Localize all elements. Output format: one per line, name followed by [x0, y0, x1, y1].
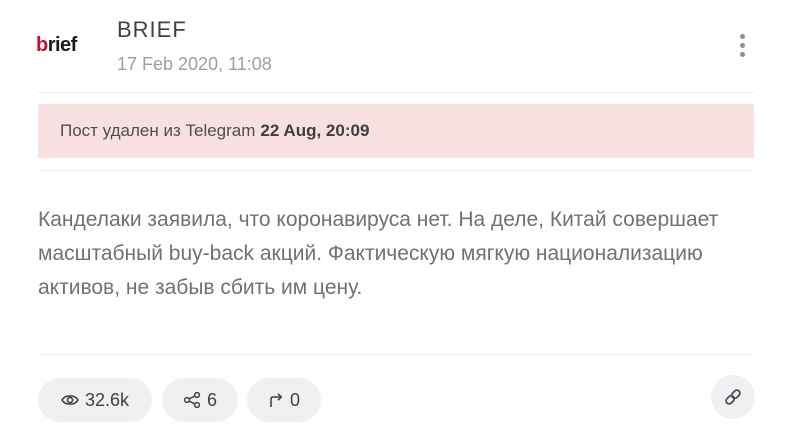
copy-link-button[interactable]: [711, 375, 755, 419]
post-card: b rief BRIEF 17 Feb 2020, 11:08 Пост удал…: [0, 0, 800, 441]
deleted-notice-banner: Пост удален из Telegram 22 Aug, 20:09: [38, 104, 754, 158]
views-count: 32.6k: [84, 389, 130, 410]
forwards-counter[interactable]: 0: [247, 378, 321, 422]
deleted-notice-date: 22 Aug, 20:09: [260, 121, 370, 140]
channel-name[interactable]: BRIEF: [117, 17, 187, 43]
link-icon: [725, 389, 741, 405]
logo-text: rief: [47, 33, 78, 56]
forward-arrow-icon: [270, 393, 283, 407]
views-counter[interactable]: 32.6k: [38, 378, 152, 422]
banner-divider: [38, 170, 754, 171]
logo-accent-letter: b: [36, 33, 48, 56]
post-text: Канделаки заявила, что коронавируса нет.…: [38, 208, 719, 299]
footer-divider: [38, 354, 754, 355]
channel-logo[interactable]: b rief: [36, 30, 96, 60]
eye-icon: [61, 395, 79, 405]
kebab-dot: [739, 51, 745, 57]
forwards-count: 0: [289, 389, 300, 410]
kebab-menu-icon: [739, 33, 745, 39]
more-options-button[interactable]: [728, 28, 756, 62]
post-date: 17 Feb 2020, 11:08: [117, 54, 272, 74]
share-icon: [183, 392, 201, 408]
shares-counter[interactable]: 6: [162, 378, 238, 422]
shares-count: 6: [206, 389, 217, 410]
header-divider: [38, 92, 754, 93]
deleted-notice-text: Пост удален из Telegram: [60, 121, 256, 140]
kebab-dot: [739, 42, 745, 48]
